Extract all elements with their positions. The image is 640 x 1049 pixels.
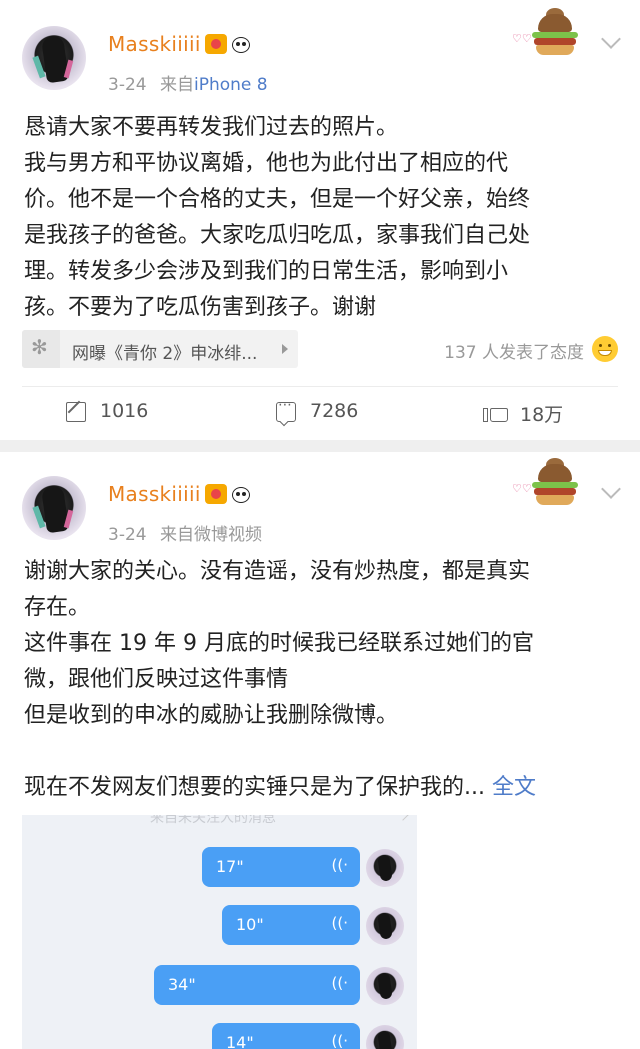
bun-icon: [538, 14, 572, 32]
text-line: [24, 734, 620, 770]
chat-avatar: [366, 1025, 404, 1049]
reactions-count[interactable]: 137 人发表了态度: [444, 338, 584, 363]
text-line: 我与男方和平协议离婚，他也为此付出了相应的代: [24, 151, 509, 176]
truncated-text: 现在不发网友们想要的实锤只是为了保护我的...: [24, 775, 485, 800]
chat-screenshot-image[interactable]: 来自未关注人的消息 17" ((· 10" ((· 34" ((· 14" ((…: [22, 815, 417, 1049]
text-line: 但是收到的申冰的威胁让我删除微博。: [24, 703, 399, 728]
avatar[interactable]: [22, 476, 86, 540]
voice-duration: 14": [226, 1033, 254, 1049]
text-line: 这件事在 19 年 9 月底的时候我已经联系过她们的官: [24, 631, 534, 656]
voice-duration: 34": [168, 975, 196, 994]
topic-icon: [22, 330, 60, 368]
vip-badge-icon[interactable]: [204, 484, 227, 504]
full-text-link[interactable]: 全文: [492, 775, 536, 800]
chevron-down-icon[interactable]: [601, 29, 621, 49]
voice-message-bubble[interactable]: 10" ((·: [222, 905, 360, 945]
panda-badge-icon[interactable]: [230, 484, 252, 504]
bun-icon: [536, 45, 574, 55]
username-row[interactable]: Masskiiiii: [108, 32, 252, 56]
username[interactable]: Masskiiiii: [108, 482, 201, 506]
chat-avatar: [366, 907, 404, 945]
source-prefix: 来自: [160, 75, 194, 95]
voice-wave-icon: ((·: [331, 1032, 348, 1049]
text-line: 理。转发多少会涉及到我们的日常生活，影响到小: [24, 259, 509, 284]
decoration-tag-icon: ♡♡: [512, 482, 532, 495]
voice-wave-icon: ((·: [331, 974, 348, 992]
post-date: 3-24: [108, 75, 147, 95]
topic-label: 网曝《青你 2》申冰绯...: [72, 344, 258, 364]
panda-badge-icon[interactable]: [230, 34, 252, 54]
chat-header: 来自未关注人的消息: [150, 815, 276, 826]
voice-wave-icon: ((·: [331, 856, 348, 874]
hamburger-bear-decoration-icon[interactable]: ♡♡: [512, 458, 582, 514]
like-icon: [483, 408, 508, 422]
text-line: 恳请大家不要再转发我们过去的照片。: [24, 115, 399, 140]
text-line: 价。他不是一个合格的丈夫，但是一个好父亲，始终: [24, 187, 531, 212]
decoration-tag-icon: ♡♡: [512, 32, 532, 45]
repost-count: 1016: [100, 400, 149, 422]
like-count: 18万: [520, 404, 564, 426]
voice-message-bubble[interactable]: 17" ((·: [202, 847, 360, 887]
hamburger-bear-decoration-icon[interactable]: ♡♡: [512, 8, 582, 64]
chat-avatar: [366, 967, 404, 1005]
chevron-down-icon[interactable]: [601, 479, 621, 499]
chat-avatar: [366, 849, 404, 887]
voice-message-bubble[interactable]: 34" ((·: [154, 965, 360, 1005]
bun-icon: [536, 495, 574, 505]
play-arrow-icon: [282, 344, 288, 354]
voice-duration: 17": [216, 857, 244, 876]
text-line: 存在。: [24, 595, 91, 620]
voice-wave-icon: ((·: [331, 914, 348, 932]
post-meta: 3-24 来自iPhone 8: [108, 70, 268, 95]
weibo-post: Masskiiiii 3-24 来自微博视频 ♡♡ 谢谢大家的关心。没有造谣，没…: [0, 452, 640, 1049]
text-line: 现在不发网友们想要的实锤只是为了保护我的... 全文: [24, 770, 620, 806]
weibo-post: Masskiiiii 3-24 来自iPhone 8 ♡♡ 恳请大家不要再转发我…: [0, 0, 640, 440]
repost-icon: [66, 402, 86, 422]
vip-badge-icon[interactable]: [204, 34, 227, 54]
post-text: 恳请大家不要再转发我们过去的照片。 我与男方和平协议离婚，他也为此付出了相应的代…: [24, 110, 620, 326]
topic-chip[interactable]: 网曝《青你 2》申冰绯...: [22, 330, 298, 368]
comment-icon: [276, 397, 296, 422]
text-line: 谢谢大家的关心。没有造谣，没有炒热度，都是真实: [24, 559, 531, 584]
smiley-icon[interactable]: [592, 336, 618, 362]
voice-message-bubble[interactable]: 14" ((·: [212, 1023, 360, 1049]
text-line: 是我孩子的爸爸。大家吃瓜归吃瓜，家事我们自己处: [24, 223, 531, 248]
text-line: 微，跟他们反映过这件事情: [24, 667, 289, 692]
post-source: 来自微博视频: [160, 525, 262, 545]
divider: [22, 386, 618, 387]
text-line: 孩。不要为了吃瓜伤害到孩子。谢谢: [24, 295, 377, 320]
post-meta: 3-24 来自微博视频: [108, 520, 262, 545]
chevron-right-icon: [397, 815, 409, 821]
patty-icon: [534, 488, 576, 495]
username-row[interactable]: Masskiiiii: [108, 482, 252, 506]
bun-icon: [538, 464, 572, 482]
post-text: 谢谢大家的关心。没有造谣，没有炒热度，都是真实 存在。 这件事在 19 年 9 …: [24, 554, 620, 806]
post-source[interactable]: iPhone 8: [194, 75, 268, 95]
comment-count: 7286: [310, 400, 359, 422]
patty-icon: [534, 38, 576, 45]
username[interactable]: Masskiiiii: [108, 32, 201, 56]
voice-duration: 10": [236, 915, 264, 934]
avatar[interactable]: [22, 26, 86, 90]
post-date: 3-24: [108, 525, 147, 545]
